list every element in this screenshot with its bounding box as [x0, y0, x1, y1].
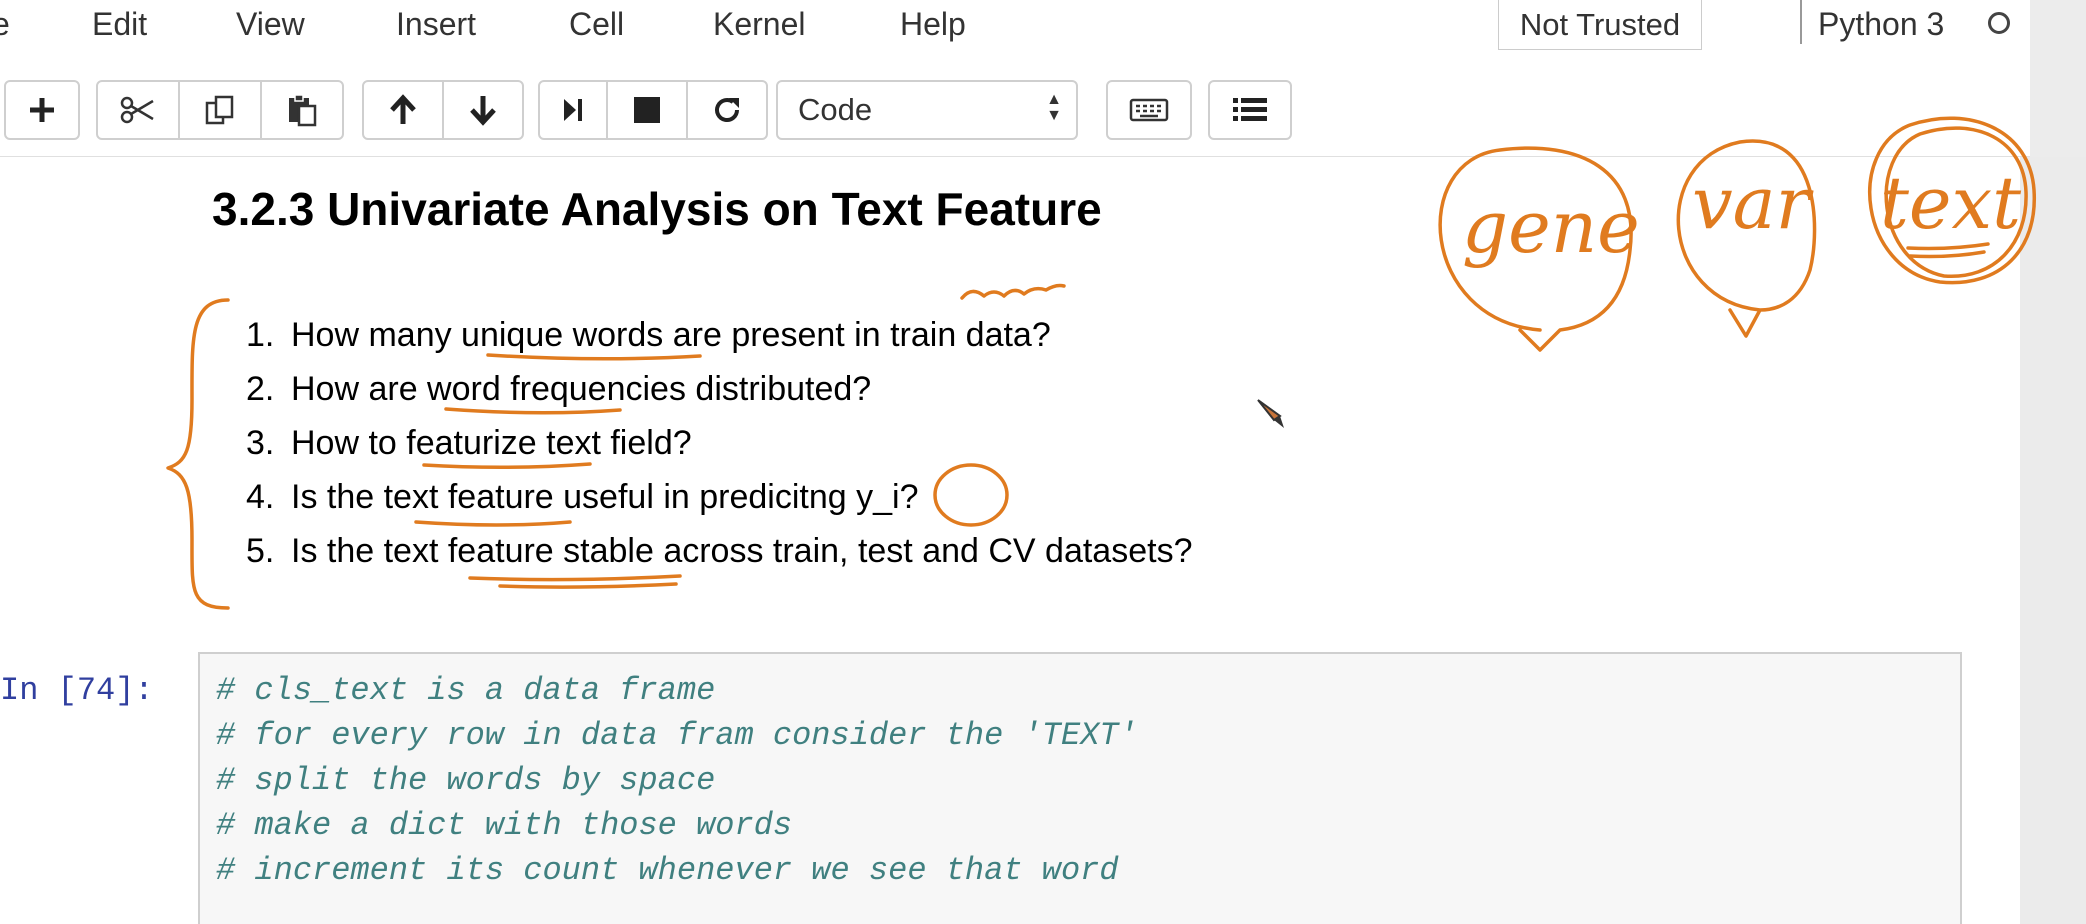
list-item: 4. Is the text feature useful in predicit…: [246, 470, 1192, 524]
paste-button[interactable]: [260, 80, 344, 140]
add-cell-icon: [30, 98, 54, 122]
menu-kernel[interactable]: Kernel: [713, 6, 806, 43]
cell-type-select[interactable]: Code ▲ ▼: [776, 80, 1078, 140]
toolbar: Code ▲ ▼: [0, 56, 2030, 157]
code-lines: # cls_text is a data frame # for every r…: [216, 668, 1138, 893]
command-palette-button[interactable]: [1208, 80, 1292, 140]
interrupt-button[interactable]: [606, 80, 688, 140]
code-line: # make a dict with those words: [216, 807, 793, 844]
menu-cell[interactable]: Cell: [569, 6, 624, 43]
keyboard-icon: [1129, 98, 1169, 122]
notebook-background: [2020, 157, 2086, 924]
keyboard-shortcuts-button[interactable]: [1106, 80, 1192, 140]
list-text: Is the text feature stable across train,…: [291, 532, 1193, 570]
select-arrows-icon: ▲ ▼: [1046, 91, 1062, 124]
kernel-status-icon: [1988, 12, 2010, 34]
markdown-heading: 3.2.3 Univariate Analysis on Text Featur…: [212, 183, 1102, 235]
cut-button[interactable]: [96, 80, 180, 140]
move-up-button[interactable]: [362, 80, 444, 140]
cell-type-value: Code: [798, 92, 873, 127]
list-text: How many unique words are present in tra…: [291, 316, 1051, 354]
menu-bar: e Edit View Insert Cell Kernel Help Not …: [0, 0, 2030, 56]
code-line: # cls_text is a data frame: [216, 672, 716, 709]
run-button[interactable]: [538, 80, 608, 140]
pencil-cursor-icon: [1257, 399, 1284, 428]
question-list: 1. How many unique words are present in t…: [246, 308, 1192, 578]
restart-icon: [715, 98, 739, 122]
code-line: # increment its count whenever we see th…: [216, 852, 1119, 889]
list-number: 4.: [246, 478, 275, 516]
move-down-button[interactable]: [442, 80, 524, 140]
command-palette-icon: [1233, 98, 1267, 121]
stop-icon: [634, 97, 660, 123]
copy-button[interactable]: [178, 80, 262, 140]
move-up-icon: [390, 94, 416, 124]
list-number: 2.: [246, 370, 275, 408]
input-prompt: In [74]:: [0, 672, 154, 709]
list-item: 2. How are word frequencies distributed?: [246, 362, 1192, 416]
cut-icon: [120, 96, 154, 124]
palette-group: [1208, 80, 1292, 140]
list-text: How are word frequencies distributed?: [291, 370, 872, 408]
list-text: How to featurize text field?: [291, 424, 692, 462]
menu-insert[interactable]: Insert: [396, 6, 476, 43]
code-line: # split the words by space: [216, 762, 716, 799]
list-number: 3.: [246, 424, 275, 462]
keyboard-group: [1106, 80, 1192, 140]
kernel-name: Python 3: [1818, 6, 1945, 42]
list-item: 1. How many unique words are present in t…: [246, 308, 1192, 362]
list-number: 1.: [246, 316, 275, 354]
menu-view[interactable]: View: [236, 6, 305, 43]
kernel-divider: [1800, 0, 1802, 44]
menu-help[interactable]: Help: [900, 6, 966, 43]
move-group: [362, 80, 524, 140]
list-number: 5.: [246, 532, 275, 570]
move-down-icon: [470, 96, 496, 126]
edit-group: [96, 80, 344, 140]
list-item: 5. Is the text feature stable across trai…: [246, 524, 1192, 578]
paste-icon: [289, 94, 317, 127]
menu-file[interactable]: e: [0, 6, 10, 43]
menu-edit[interactable]: Edit: [92, 6, 147, 43]
list-text: Is the text feature useful in predicitng…: [291, 478, 919, 516]
insert-group: [4, 80, 80, 140]
run-group: [538, 80, 768, 140]
list-item: 3. How to featurize text field?: [246, 416, 1192, 470]
code-line: # for every row in data fram consider th…: [216, 717, 1138, 754]
run-icon: [564, 99, 582, 121]
insert-cell-button[interactable]: [4, 80, 80, 140]
copy-icon: [205, 95, 234, 125]
not-trusted-button[interactable]: Not Trusted: [1498, 0, 1702, 50]
restart-button[interactable]: [686, 80, 768, 140]
